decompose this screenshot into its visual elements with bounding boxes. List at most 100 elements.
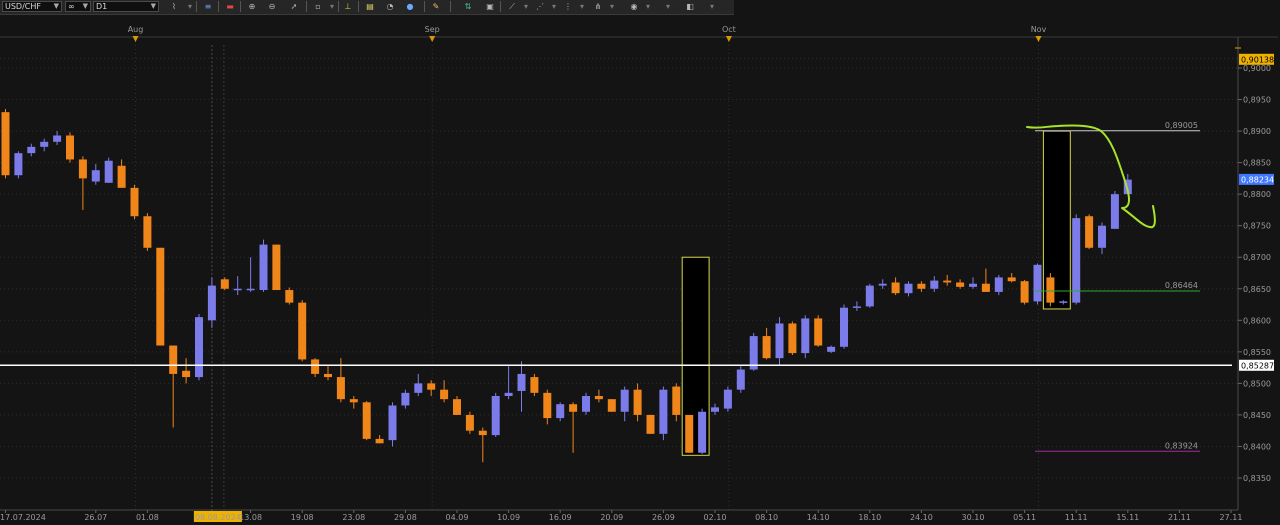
candle-body xyxy=(259,244,268,291)
month-marker-triangle xyxy=(725,36,732,42)
candle-body xyxy=(543,392,552,419)
candle-body xyxy=(1046,277,1055,303)
candle-body xyxy=(672,386,681,415)
candle-body xyxy=(478,430,487,436)
date-label: 21.11 xyxy=(1168,513,1191,522)
price-tick-label: 0,8850 xyxy=(1243,159,1271,168)
candle-body xyxy=(1033,264,1042,302)
candle-body xyxy=(182,370,191,378)
price-tick-label: 0,8650 xyxy=(1243,285,1271,294)
candle-body xyxy=(865,285,874,307)
candle-body xyxy=(169,345,178,374)
date-label: 08.08.2024 xyxy=(195,513,241,522)
candle-body xyxy=(53,135,62,142)
date-label: 02.10 xyxy=(704,513,727,522)
level-middle-label: 0,86464 xyxy=(1165,281,1198,290)
level-upper-label: 0,89005 xyxy=(1165,121,1198,130)
date-label: 24.10 xyxy=(910,513,933,522)
month-marker-triangle xyxy=(132,36,139,42)
date-label: 04.09 xyxy=(446,513,469,522)
candle-body xyxy=(840,307,848,347)
candle-body xyxy=(646,414,655,434)
candle-body xyxy=(207,285,216,321)
candle-body xyxy=(556,404,565,419)
candles xyxy=(1,109,1132,463)
candle-body xyxy=(969,283,977,287)
candle-body xyxy=(801,318,810,354)
price-tag-top-label: 0,90138 xyxy=(1241,55,1274,64)
price-tick-label: 0,8600 xyxy=(1243,316,1271,325)
candle-body xyxy=(736,369,745,390)
candle-body xyxy=(1085,216,1094,248)
candle-body xyxy=(891,282,900,294)
candle-body xyxy=(711,407,719,412)
month-marker-triangle xyxy=(1035,36,1042,42)
candle-body xyxy=(530,377,539,393)
month-markers: Aug Sep Oct Nov xyxy=(128,25,1047,42)
candle-body xyxy=(453,399,461,415)
candle-body xyxy=(827,346,836,352)
candle-body xyxy=(375,438,384,444)
price-tick-label: 0,8750 xyxy=(1243,222,1271,231)
candle-body xyxy=(440,389,449,400)
candle-body xyxy=(762,336,771,359)
date-label: 27.11 xyxy=(1220,513,1243,522)
date-label: 15.11 xyxy=(1116,513,1139,522)
candle-body xyxy=(994,277,1003,292)
candle-body xyxy=(788,323,797,354)
candle-body xyxy=(14,153,23,176)
candle-body xyxy=(504,392,513,396)
candle-body xyxy=(594,396,603,400)
candle-body xyxy=(91,170,100,182)
candle-body xyxy=(775,323,784,359)
date-label: 20.09 xyxy=(600,513,623,522)
candle-body xyxy=(117,165,126,188)
candle-body xyxy=(349,399,358,403)
candle-body xyxy=(66,135,74,160)
candle-body xyxy=(195,317,203,378)
date-label: 29.08 xyxy=(394,513,417,522)
month-label: Aug xyxy=(128,25,144,34)
candle-body xyxy=(143,216,152,248)
candle-body xyxy=(27,146,36,154)
month-marker-triangle xyxy=(429,36,436,42)
price-tag-current-label: 0,88234 xyxy=(1241,175,1274,184)
candle-body xyxy=(491,396,500,436)
candle-body xyxy=(246,288,255,291)
date-axis: 17.07.2024 26.07 01.08 08.08.202413.08 19.08… xyxy=(0,510,1242,522)
candle-body xyxy=(685,414,694,453)
date-label: 14.10 xyxy=(807,513,830,522)
candle-body xyxy=(1072,218,1081,303)
date-label: 10.09 xyxy=(497,513,520,522)
price-tick-label: 0,8800 xyxy=(1243,190,1271,199)
candle-body xyxy=(620,389,629,412)
candle-body xyxy=(40,141,49,147)
candle-body xyxy=(272,244,281,291)
price-tick-label: 0,8950 xyxy=(1243,96,1271,105)
candle-body xyxy=(956,282,965,287)
candle-body xyxy=(981,283,990,292)
candle-body xyxy=(607,399,616,412)
candle-body xyxy=(917,283,926,289)
date-label: 17.07.2024 xyxy=(0,513,46,522)
date-label: 01.08 xyxy=(136,513,159,522)
price-axis: 0,9000 0,8950 0,8900 0,8850 0,8800 0,8750 0,87… xyxy=(1238,53,1274,483)
candle-body xyxy=(298,302,307,360)
candle-body xyxy=(1,112,10,176)
candle-body xyxy=(852,306,861,308)
price-tick-label: 0,8900 xyxy=(1243,127,1271,136)
candle-body xyxy=(943,280,952,283)
candle-body xyxy=(427,383,436,390)
price-tick-label: 0,8450 xyxy=(1243,411,1271,420)
candle-body xyxy=(233,288,242,291)
price-chart[interactable]: Aug Sep Oct Nov 0,89005 0,86464 0,83924 0,900… xyxy=(0,0,1280,525)
price-tick-label: 0,8500 xyxy=(1243,379,1271,388)
candle-body xyxy=(388,405,397,441)
month-label: Oct xyxy=(722,25,736,34)
highlight-boxes xyxy=(681,130,1071,456)
date-label: 18.10 xyxy=(858,513,881,522)
candle-body xyxy=(582,396,590,412)
candle-body xyxy=(698,411,707,453)
date-label: 26.07 xyxy=(84,513,107,522)
month-label: Sep xyxy=(425,25,440,34)
